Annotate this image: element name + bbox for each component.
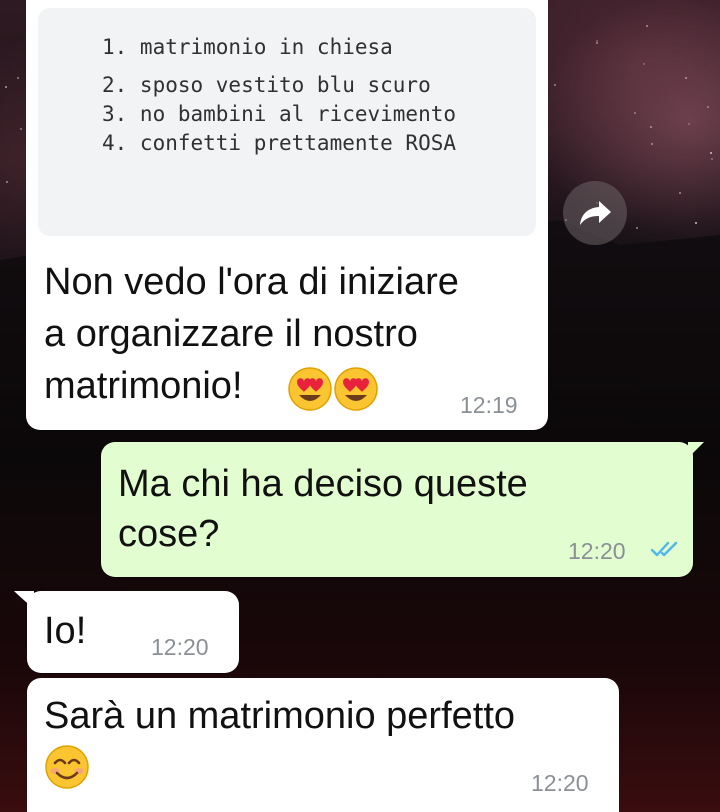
wallpaper-star	[634, 112, 636, 114]
message-text-line: a organizzare il nostro	[44, 313, 418, 355]
wallpaper-star	[695, 222, 697, 224]
message-text-line: Ma chi ha deciso queste	[118, 463, 528, 505]
wallpaper-star	[679, 192, 681, 194]
message-text-line: cose?	[118, 513, 220, 555]
wallpaper-star	[688, 123, 690, 125]
message-timestamp: 12:20	[568, 538, 626, 564]
message-timestamp: 12:20	[531, 770, 589, 796]
heart-eyes-emoji-icon	[288, 367, 378, 411]
wallpaper-star	[707, 106, 709, 108]
wallpaper-star	[554, 84, 556, 86]
message-timestamp: 12:20	[151, 634, 209, 660]
code-line: 4. confetti prettamente ROSA	[102, 131, 457, 155]
code-line: 1. matrimonio in chiesa	[102, 35, 393, 59]
forward-arrow-icon	[580, 201, 611, 225]
wallpaper-star	[643, 63, 645, 65]
wallpaper-star	[20, 128, 22, 130]
wallpaper-star	[711, 158, 713, 160]
double-check-icon	[650, 541, 678, 557]
code-block: 1. matrimonio in chiesa 2. sposo vestito…	[38, 8, 536, 236]
wallpaper-star	[650, 126, 652, 128]
wallpaper-star	[6, 181, 8, 183]
code-line: 3. no bambini al ricevimento	[102, 102, 457, 126]
message-timestamp: 12:19	[460, 392, 518, 418]
forward-button[interactable]	[563, 181, 627, 245]
wallpaper-star	[646, 25, 648, 27]
smiling-emoji-icon	[45, 745, 89, 789]
wallpaper-star	[596, 42, 598, 44]
wallpaper-star	[17, 77, 19, 79]
message-text-line: matrimonio!	[44, 365, 243, 407]
wallpaper-star	[685, 77, 687, 79]
message-text-line: Non vedo l'ora di iniziare	[44, 261, 459, 303]
message-text: Io!	[44, 610, 87, 652]
wallpaper-star	[710, 152, 712, 154]
bubble-tail	[688, 442, 704, 458]
code-line: 2. sposo vestito blu scuro	[102, 73, 431, 97]
wallpaper-star	[636, 227, 638, 229]
message-text: Sarà un matrimonio perfetto	[44, 695, 516, 737]
wallpaper-star	[5, 86, 7, 88]
wallpaper-star	[651, 143, 653, 145]
